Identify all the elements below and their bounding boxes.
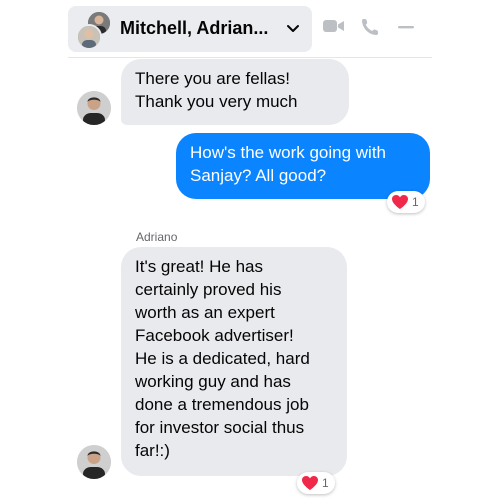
chat-header: Mitchell, Adrian... xyxy=(0,0,500,62)
group-avatar xyxy=(76,10,112,50)
reaction-count: 1 xyxy=(322,476,329,490)
reaction-count: 1 xyxy=(412,195,419,209)
chevron-down-icon xyxy=(287,25,299,32)
reaction-badge[interactable]: 1 xyxy=(297,472,335,494)
header-divider xyxy=(68,57,432,58)
avatar[interactable] xyxy=(77,91,111,125)
avatar xyxy=(76,24,102,50)
message-text: How's the work going with Sanjay? All go… xyxy=(190,143,386,185)
minimize-icon[interactable] xyxy=(396,17,416,37)
conversation-title: Mitchell, Adrian... xyxy=(120,18,269,38)
message-text: There you are fellas! Thank you very muc… xyxy=(135,69,298,111)
heart-icon xyxy=(302,476,318,490)
sender-name: Adriano xyxy=(136,230,178,244)
phone-icon[interactable] xyxy=(360,17,380,37)
reaction-badge[interactable]: 1 xyxy=(387,191,425,213)
conversation-title-button[interactable]: Mitchell, Adrian... xyxy=(68,6,312,52)
message-bubble[interactable]: How's the work going with Sanjay? All go… xyxy=(176,133,430,199)
video-camera-icon[interactable] xyxy=(322,17,346,35)
message-bubble[interactable]: There you are fellas! Thank you very muc… xyxy=(121,59,349,125)
avatar[interactable] xyxy=(77,445,111,479)
heart-icon xyxy=(392,195,408,209)
message-bubble[interactable]: It's great! He has certainly proved his … xyxy=(121,247,347,476)
message-text: It's great! He has certainly proved his … xyxy=(135,257,310,460)
